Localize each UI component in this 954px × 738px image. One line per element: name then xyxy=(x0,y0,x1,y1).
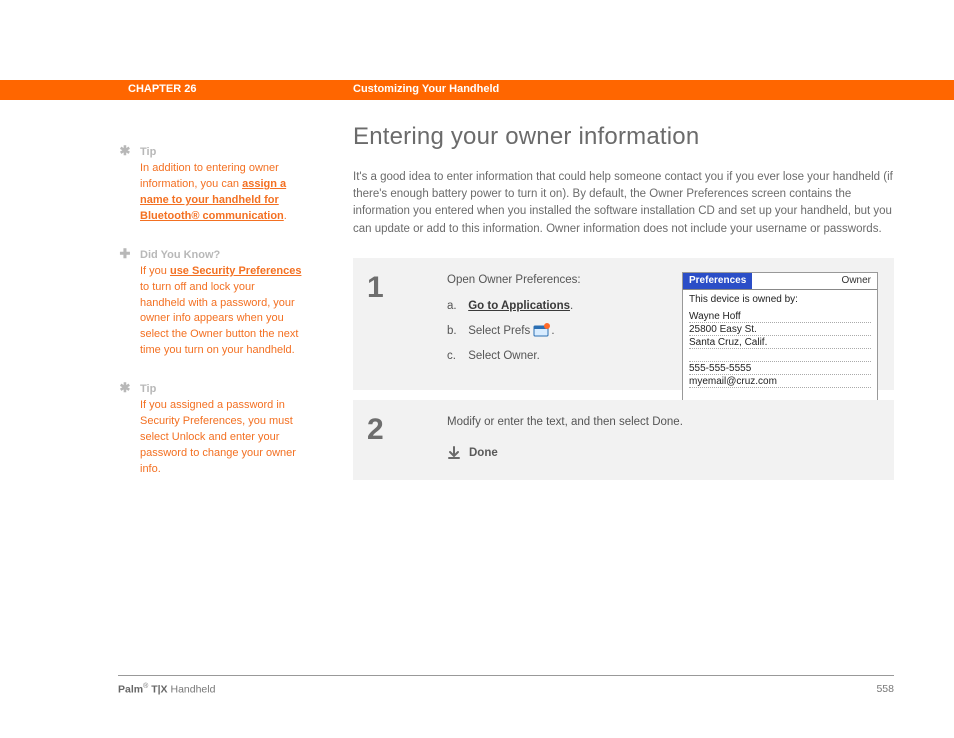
palm-line xyxy=(689,388,871,401)
main-content: Entering your owner information It's a g… xyxy=(353,120,894,480)
sidebar-text: If you assigned a password in Security P… xyxy=(140,398,302,478)
link-go-to-applications[interactable]: Go to Applications xyxy=(468,300,570,312)
palm-line: Wayne Hoff xyxy=(689,310,871,323)
step-number: 1 xyxy=(367,266,384,310)
page-footer: Palm® T|X Handheld 558 xyxy=(118,675,894,698)
chapter-title: Customizing Your Handheld xyxy=(353,82,499,98)
sidebar: ✱ Tip In addition to entering owner info… xyxy=(118,120,328,478)
substep-marker: c. xyxy=(447,348,465,365)
sidebar-text: If you xyxy=(140,265,170,277)
plus-icon: ✚ xyxy=(118,247,132,260)
substep-marker: a. xyxy=(447,298,465,315)
page-number: 558 xyxy=(876,682,894,698)
chapter-header: CHAPTER 26 Customizing Your Handheld xyxy=(0,80,954,100)
step-number: 2 xyxy=(367,408,384,452)
asterisk-icon: ✱ xyxy=(118,144,132,157)
product-name: Palm® T|X Handheld xyxy=(118,682,215,698)
step-lead: Modify or enter the text, and then selec… xyxy=(447,414,878,431)
sidebar-text: . xyxy=(284,210,287,222)
palm-owned-by-label: This device is owned by: xyxy=(689,293,871,308)
intro-paragraph: It's a good idea to enter information th… xyxy=(353,169,894,238)
palm-line xyxy=(689,349,871,362)
sidebar-did-you-know: ✚ Did You Know? If you use Security Pref… xyxy=(118,247,302,360)
step-2: 2 Modify or enter the text, and then sel… xyxy=(353,400,894,479)
done-label: Done xyxy=(469,445,498,462)
palm-line: 555-555-5555 xyxy=(689,362,871,375)
prefs-icon xyxy=(533,323,551,337)
chapter-label: CHAPTER 26 xyxy=(128,82,353,98)
sidebar-label: Tip xyxy=(140,382,156,398)
palm-titlebar-left: Preferences xyxy=(683,273,752,290)
palm-line: Santa Cruz, Calif. xyxy=(689,336,871,349)
sidebar-label: Did You Know? xyxy=(140,248,220,264)
substep-marker: b. xyxy=(447,323,465,340)
done-indicator: Done xyxy=(447,445,878,462)
sidebar-text: to turn off and lock your handheld with … xyxy=(140,281,298,357)
palm-line: myemail@cruz.com xyxy=(689,375,871,388)
sidebar-tip-1: ✱ Tip In addition to entering owner info… xyxy=(118,144,302,225)
palm-titlebar-right: Owner xyxy=(836,273,877,290)
link-security-preferences[interactable]: use Security Preferences xyxy=(170,265,301,277)
done-arrow-icon xyxy=(447,446,461,460)
substep-text: Select Owner. xyxy=(468,350,540,362)
sidebar-tip-2: ✱ Tip If you assigned a password in Secu… xyxy=(118,381,302,478)
substep-text: Select Prefs xyxy=(468,325,533,337)
step-1: 1 Open Owner Preferences: a. Go to Appli… xyxy=(353,258,894,391)
palm-line: 25800 Easy St. xyxy=(689,323,871,336)
page-title: Entering your owner information xyxy=(353,120,894,155)
asterisk-icon: ✱ xyxy=(118,381,132,394)
sidebar-label: Tip xyxy=(140,145,156,161)
